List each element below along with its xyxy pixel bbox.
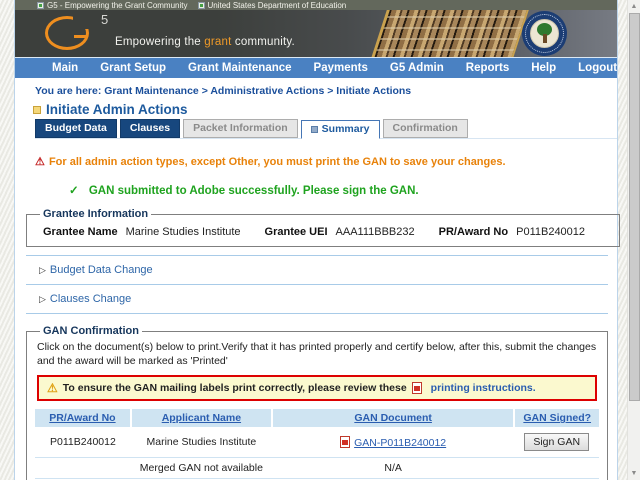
- broken-image-icon: [197, 1, 205, 9]
- main-nav: Main Grant Setup Grant Maintenance Payme…: [15, 57, 617, 78]
- screen: G5 - Empowering the Grant Community Unit…: [0, 0, 640, 480]
- cell-merged-gan: Merged GAN not available: [130, 457, 272, 480]
- tab-summary[interactable]: Summary: [300, 120, 380, 139]
- gan-document-link[interactable]: GAN-P011B240012: [354, 437, 446, 449]
- divider: [26, 313, 608, 314]
- broken-image-icon: [37, 1, 44, 9]
- pdf-icon: [411, 382, 422, 395]
- cell-pr-award: P011B240012: [35, 427, 131, 459]
- breadcrumb-path[interactable]: Grant Maintenance > Administrative Actio…: [104, 85, 411, 97]
- bookshelf-image: [370, 10, 530, 57]
- success-message: GAN submitted to Adobe successfully. Ple…: [88, 185, 419, 197]
- tab-packet-information: Packet Information: [183, 119, 298, 138]
- col-header-pr-award[interactable]: PR/Award No: [35, 409, 132, 428]
- tab-bar: Budget Data Clauses Packet Information S…: [35, 119, 617, 139]
- grantee-uei-label: Grantee UEI: [264, 226, 328, 238]
- table-row: Merged GAN not available N/A: [35, 457, 599, 480]
- cell-gan-signed: Sign GAN: [514, 427, 599, 459]
- tab-budget-data[interactable]: Budget Data: [35, 119, 117, 138]
- collapse-arrow-icon: ▷: [39, 264, 46, 275]
- grantee-information-legend: Grantee Information: [43, 208, 149, 220]
- gan-instructions: Click on the document(s) below to print.…: [37, 341, 597, 367]
- page-title: Initiate Admin Actions: [46, 102, 188, 117]
- budget-data-change-section[interactable]: ▷ Budget Data Change: [39, 264, 617, 276]
- tab-summary-label: Summary: [321, 123, 370, 135]
- g5-app-window: G5 - Empowering the Grant Community Unit…: [14, 0, 621, 480]
- scroll-down-icon[interactable]: ▼: [628, 467, 640, 480]
- sign-gan-button[interactable]: Sign GAN: [524, 433, 590, 452]
- seal-tree-emblem: [530, 19, 559, 48]
- grantee-name-label: Grantee Name: [43, 226, 118, 238]
- nav-item-logout[interactable]: Logout: [567, 62, 628, 74]
- collapse-arrow-icon: ▷: [39, 293, 46, 304]
- scroll-up-icon[interactable]: ▲: [628, 0, 640, 13]
- nav-item-payments[interactable]: Payments: [303, 62, 379, 74]
- grantee-information-section: Grantee Information Grantee Name Marine S…: [26, 208, 621, 247]
- printing-alert-box: ⚠ To ensure the GAN mailing labels print…: [37, 375, 597, 402]
- nav-item-help[interactable]: Help: [520, 62, 567, 74]
- nav-item-main[interactable]: Main: [41, 62, 89, 74]
- summary-tab-icon: [310, 125, 318, 133]
- printing-instructions-link[interactable]: printing instructions.: [431, 382, 536, 394]
- col-header-gan-document[interactable]: GAN Document: [271, 409, 516, 428]
- nav-item-grant-maintenance[interactable]: Grant Maintenance: [177, 62, 303, 74]
- warning-icon: ⚠: [35, 156, 45, 168]
- nav-item-grant-setup[interactable]: Grant Setup: [89, 62, 177, 74]
- pr-award-value: P011B240012: [516, 226, 586, 238]
- tagline-grant: grant: [204, 36, 232, 48]
- budget-data-change-label: Budget Data Change: [49, 264, 153, 276]
- divider: [26, 284, 608, 285]
- tagline: Empowering the grant community.: [115, 36, 295, 48]
- warning-message-row: ⚠ For all admin action types, except Oth…: [35, 155, 617, 168]
- window-title-ed: United States Department of Education: [197, 0, 347, 10]
- scrollbar-thumb[interactable]: [629, 13, 640, 401]
- alert-text: To ensure the GAN mailing labels print c…: [62, 382, 407, 395]
- alert-warning-icon: ⚠: [47, 381, 58, 396]
- gan-table: PR/Award No Applicant Name GAN Document …: [35, 409, 599, 480]
- gan-confirmation-legend: GAN Confirmation: [43, 325, 139, 337]
- dept-of-education-seal: [522, 11, 567, 56]
- bullet-icon: [33, 105, 41, 114]
- window-title-g5-label: G5 - Empowering the Grant Community: [47, 0, 188, 10]
- col-header-applicant-name[interactable]: Applicant Name: [130, 409, 273, 428]
- tab-confirmation: Confirmation: [382, 119, 468, 138]
- checkmark-icon: ✓: [69, 185, 79, 197]
- browser-title-strip: G5 - Empowering the Grant Community Unit…: [15, 0, 617, 10]
- page-title-row: Initiate Admin Actions: [33, 102, 617, 117]
- nav-item-g5-admin[interactable]: G5 Admin: [379, 62, 455, 74]
- cell-gan-signed: [514, 457, 599, 480]
- banner: 5 Empowering the grant community.: [15, 10, 617, 57]
- nav-item-reports[interactable]: Reports: [455, 62, 520, 74]
- table-row: P011B240012 Marine Studies Institute GAN…: [35, 427, 599, 459]
- clauses-change-section[interactable]: ▷ Clauses Change: [39, 293, 617, 305]
- gan-confirmation-section: GAN Confirmation Click on the document(s…: [26, 325, 608, 480]
- warning-message: For all admin action types, except Other…: [48, 156, 506, 168]
- breadcrumb: You are here: Grant Maintenance > Admini…: [35, 85, 617, 97]
- tab-clauses[interactable]: Clauses: [119, 119, 181, 138]
- g5-logo: 5: [45, 12, 125, 54]
- g5-logo-5: 5: [101, 12, 109, 27]
- cell-pr-award: [35, 457, 131, 480]
- grantee-uei-value: AAA111BBB232: [335, 226, 415, 238]
- table-header-row: PR/Award No Applicant Name GAN Document …: [35, 409, 599, 428]
- cell-gan-document-na: N/A: [271, 457, 515, 480]
- grantee-name-value: Marine Studies Institute: [125, 226, 241, 238]
- breadcrumb-prefix: You are here:: [35, 85, 102, 97]
- success-message-row: ✓ GAN submitted to Adobe successfully. P…: [69, 183, 617, 197]
- col-header-gan-signed[interactable]: GAN Signed?: [514, 409, 599, 428]
- pr-award-label: PR/Award No: [438, 226, 509, 238]
- divider: [26, 255, 608, 256]
- tagline-post: community.: [231, 36, 295, 48]
- clauses-change-label: Clauses Change: [49, 293, 132, 305]
- scrollbar[interactable]: ▲ ▼: [627, 0, 640, 480]
- pdf-icon: [340, 435, 351, 448]
- window-title-ed-label: United States Department of Education: [207, 0, 347, 10]
- cell-applicant-name: Marine Studies Institute: [130, 427, 272, 459]
- grantee-info-row: Grantee Name Marine Studies Institute Gran…: [35, 222, 611, 239]
- tagline-pre: Empowering the: [115, 36, 205, 48]
- window-title-g5: G5 - Empowering the Grant Community: [37, 1, 188, 10]
- g5-logo-g-icon: [45, 14, 91, 50]
- cell-gan-document: GAN-P011B240012: [271, 427, 515, 459]
